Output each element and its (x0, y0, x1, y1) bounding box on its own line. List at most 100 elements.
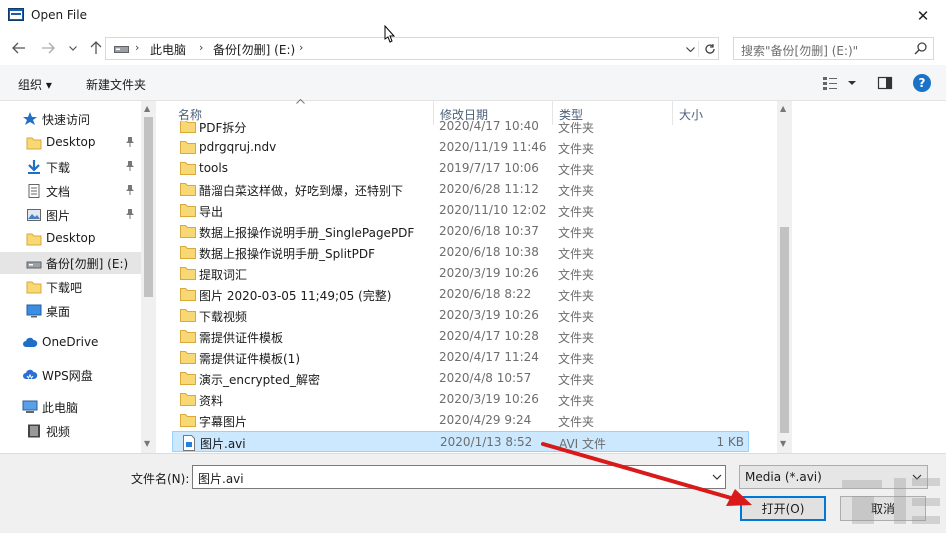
view-options-button[interactable] (822, 75, 858, 91)
desktop-icon (26, 303, 42, 319)
breadcrumb-this-pc[interactable]: 此电脑 (150, 41, 186, 58)
address-bar[interactable]: › 此电脑 › 备份[勿删] (E:) › (105, 37, 719, 60)
file-row[interactable]: 需提供证件模板(1) 2020/4/17 11:24 文件夹 (172, 347, 749, 368)
search-placeholder[interactable]: 搜索"备份[勿删] (E:)" (741, 42, 858, 59)
file-date: 2020/11/10 12:02 (439, 203, 547, 217)
sidebar-item[interactable]: 下载 (0, 156, 141, 178)
search-box[interactable]: 搜索"备份[勿删] (E:)" (733, 37, 934, 60)
search-icon[interactable] (914, 41, 928, 55)
scroll-up-arrow-icon[interactable]: ▲ (780, 104, 786, 113)
scrollbar-thumb[interactable] (780, 227, 789, 433)
file-row[interactable]: 图片.avi 2020/1/13 8:52 AVI 文件 1 KB (172, 431, 749, 452)
file-name: 演示_encrypted_解密 (199, 373, 320, 387)
file-date: 2020/4/17 11:24 (439, 350, 539, 364)
close-button[interactable]: ✕ (900, 0, 946, 31)
sidebar-item-label: 桌面 (46, 305, 71, 319)
file-date: 2019/7/17 10:06 (439, 161, 539, 175)
file-size: 1 KB (716, 435, 744, 449)
file-name: 图片.avi (200, 437, 246, 451)
file-row[interactable]: 资料 2020/3/19 10:26 文件夹 (172, 389, 749, 410)
sidebar-item[interactable]: Desktop (0, 228, 141, 250)
sidebar-item[interactable]: 备份[勿删] (E:) (0, 252, 141, 274)
file-row[interactable]: 数据上报操作说明手册_SplitPDF 2020/6/18 10:38 文件夹 (172, 242, 749, 263)
back-arrow-icon (12, 42, 25, 54)
new-folder-button[interactable]: 新建文件夹 (86, 76, 146, 93)
sidebar-item[interactable]: 快速访问 (0, 108, 141, 130)
file-type: 文件夹 (558, 121, 595, 135)
sidebar-item-label: Desktop (46, 231, 96, 245)
file-list: PDF拆分 2020/4/17 10:40 文件夹 pdrgqruj.ndv 2020/… (172, 121, 789, 453)
sidebar-item[interactable]: 此电脑 (0, 396, 141, 418)
forward-button[interactable] (40, 40, 56, 56)
file-row[interactable]: 醋溜白菜这样做，好吃到爆，还特别下 2020/6/28 11:12 文件夹 (172, 179, 749, 200)
computer-icon (22, 399, 38, 415)
view-options-icon (823, 77, 856, 90)
help-icon[interactable]: ? (913, 74, 931, 92)
file-row[interactable]: 需提供证件模板 2020/4/17 10:28 文件夹 (172, 326, 749, 347)
sidebar-item[interactable]: 文档 (0, 180, 141, 202)
sidebar-item[interactable]: 桌面 (0, 300, 141, 322)
address-history-dropdown[interactable] (683, 41, 699, 57)
file-type: AVI 文件 (559, 437, 607, 451)
navigation-pane-scrollbar[interactable]: ▲ ▼ (141, 101, 156, 453)
watermark-logo (842, 478, 940, 524)
folder-icon (180, 413, 196, 427)
file-name: 数据上报操作说明手册_SinglePagePDF (199, 226, 415, 240)
file-list-scrollbar[interactable]: ▲ ▼ (777, 101, 792, 453)
scrollbar-thumb[interactable] (144, 117, 153, 297)
file-type: 文件夹 (558, 184, 595, 198)
chevron-down-icon[interactable] (712, 470, 722, 484)
file-name: 需提供证件模板(1) (199, 352, 300, 366)
file-row[interactable]: PDF拆分 2020/4/17 10:40 文件夹 (172, 121, 749, 137)
breadcrumb-drive-e[interactable]: 备份[勿删] (E:) (213, 41, 295, 58)
sidebar-item[interactable]: Desktop (0, 132, 141, 154)
filename-label: 文件名(N): (131, 472, 190, 486)
video-icon (26, 423, 42, 439)
file-type-value[interactable]: Media (*.avi) (745, 470, 822, 484)
refresh-button[interactable] (702, 40, 718, 58)
file-date: 2020/3/19 10:26 (439, 266, 539, 280)
file-row[interactable]: 提取词汇 2020/3/19 10:26 文件夹 (172, 263, 749, 284)
scroll-down-arrow-icon[interactable]: ▼ (144, 439, 150, 448)
file-row[interactable]: 字幕图片 2020/4/29 9:24 文件夹 (172, 410, 749, 431)
file-type: 文件夹 (558, 247, 595, 261)
file-type: 文件夹 (558, 373, 595, 387)
up-arrow-icon (90, 41, 102, 54)
sidebar-item[interactable]: 下载吧 (0, 276, 141, 298)
video-file-icon (181, 435, 197, 451)
file-row[interactable]: 下载视频 2020/3/19 10:26 文件夹 (172, 305, 749, 326)
sidebar-item[interactable]: 视频 (0, 420, 141, 442)
file-date: 2020/1/13 8:52 (440, 435, 533, 449)
open-button[interactable]: 打开(O) (740, 496, 826, 521)
back-button[interactable] (11, 40, 27, 56)
file-row[interactable]: pdrgqruj.ndv 2020/11/19 11:46 文件夹 (172, 137, 749, 158)
file-date: 2020/4/17 10:40 (439, 121, 539, 133)
cloud-icon (22, 335, 38, 351)
folder-icon (180, 287, 196, 301)
scroll-up-arrow-icon[interactable]: ▲ (144, 104, 150, 113)
folder-icon (180, 203, 196, 217)
filename-value[interactable]: 图片.avi (198, 470, 244, 487)
filename-input[interactable]: 图片.avi (192, 465, 726, 489)
file-row[interactable]: 演示_encrypted_解密 2020/4/8 10:57 文件夹 (172, 368, 749, 389)
folder-icon (26, 279, 42, 295)
recent-locations-button[interactable] (65, 40, 81, 56)
preview-pane-button[interactable] (877, 75, 893, 91)
file-row[interactable]: 数据上报操作说明手册_SinglePagePDF 2020/6/18 10:37 文… (172, 221, 749, 242)
scroll-down-arrow-icon[interactable]: ▼ (780, 439, 786, 448)
file-row[interactable]: 图片 2020-03-05 11;49;05 (完整) 2020/6/18 8:2… (172, 284, 749, 305)
file-type: 文件夹 (558, 352, 595, 366)
sidebar-item[interactable]: 图片 (0, 204, 141, 226)
file-type: 文件夹 (558, 142, 595, 156)
title-bar: Open File ✕ (0, 0, 946, 31)
document-icon (26, 183, 42, 199)
up-button[interactable] (88, 40, 104, 56)
file-row[interactable]: tools 2019/7/17 10:06 文件夹 (172, 158, 749, 179)
sidebar-item-label: 此电脑 (42, 401, 79, 415)
organize-menu[interactable]: 组织 ▾ (18, 76, 52, 93)
sidebar-item[interactable]: WPS网盘 (0, 364, 141, 386)
folder-icon (180, 266, 196, 280)
file-date: 2020/4/29 9:24 (439, 413, 532, 427)
sidebar-item[interactable]: OneDrive (0, 332, 141, 354)
file-row[interactable]: 导出 2020/11/10 12:02 文件夹 (172, 200, 749, 221)
